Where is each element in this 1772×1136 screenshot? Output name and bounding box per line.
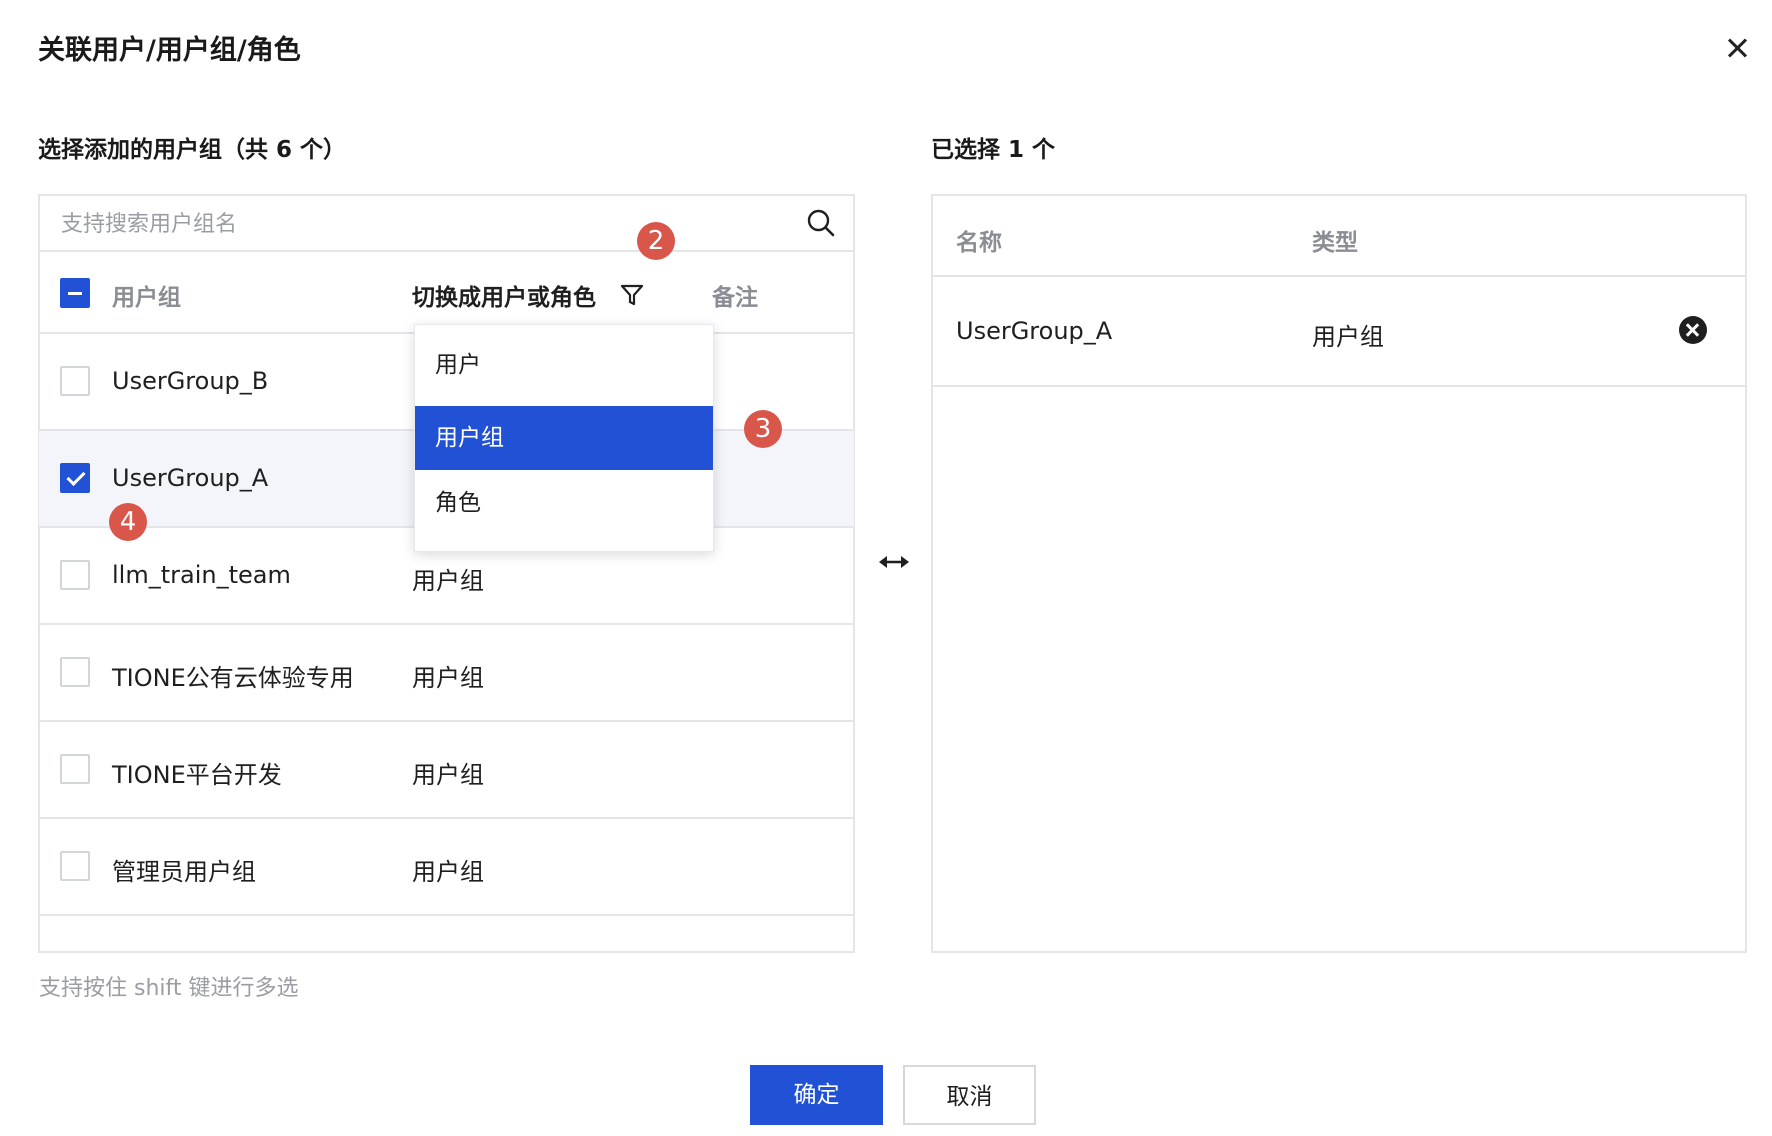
- transfer-arrows-icon: [879, 556, 909, 568]
- column-header-remark: 备注: [712, 285, 758, 311]
- column-header-switch[interactable]: 切换成用户或角色: [412, 278, 596, 312]
- row-name: TIONE公有云体验专用: [112, 664, 354, 692]
- selected-row-type: 用户组: [1312, 323, 1384, 351]
- dropdown-option-role[interactable]: 角色: [415, 471, 713, 535]
- step-badge-4: 4: [109, 503, 147, 541]
- column-header-name: 名称: [956, 230, 1002, 256]
- row-name: TIONE平台开发: [112, 761, 282, 789]
- confirm-button[interactable]: 确定: [750, 1065, 883, 1125]
- dropdown-option-usergroup[interactable]: 用户组: [415, 406, 713, 470]
- row-type: 用户组: [412, 761, 484, 789]
- row-name: llm_train_team: [112, 561, 291, 589]
- table-header: 用户组 切换成用户或角色 备注: [39, 252, 854, 334]
- row-checkbox[interactable]: [60, 366, 90, 396]
- select-all-checkbox[interactable]: [60, 278, 90, 308]
- column-header-name: 用户组: [112, 285, 181, 311]
- row-type: 用户组: [412, 858, 484, 886]
- table-row[interactable]: 管理员用户组 用户组: [39, 819, 854, 916]
- column-header-type: 类型: [1312, 230, 1358, 256]
- row-checkbox[interactable]: [60, 851, 90, 881]
- row-checkbox[interactable]: [60, 463, 90, 493]
- row-name: UserGroup_B: [112, 367, 269, 395]
- step-badge-3: 3: [744, 410, 782, 448]
- row-checkbox[interactable]: [60, 560, 90, 590]
- selected-row-name: UserGroup_A: [956, 317, 1113, 345]
- selected-row: UserGroup_A 用户组: [933, 277, 1745, 387]
- selected-table-header: 名称 类型: [933, 195, 1745, 277]
- row-type: 用户组: [412, 664, 484, 692]
- dropdown-option-user[interactable]: 用户: [415, 333, 713, 397]
- search-bar: [39, 195, 854, 252]
- cancel-button[interactable]: 取消: [903, 1065, 1036, 1125]
- remove-icon[interactable]: [1679, 316, 1707, 344]
- right-panel-title: 已选择 1 个: [931, 137, 1056, 163]
- left-panel-title: 选择添加的用户组（共 6 个）: [38, 137, 347, 163]
- row-name: 管理员用户组: [112, 858, 256, 886]
- close-icon[interactable]: [1722, 34, 1752, 64]
- switch-type-dropdown: 用户 用户组 角色: [414, 324, 714, 552]
- table-row[interactable]: TIONE公有云体验专用 用户组: [39, 625, 854, 722]
- row-name: UserGroup_A: [112, 464, 269, 492]
- multi-select-hint: 支持按住 shift 键进行多选: [39, 976, 299, 1001]
- dialog-title: 关联用户/用户组/角色: [38, 35, 301, 66]
- search-icon[interactable]: [806, 208, 836, 238]
- step-badge-2: 2: [637, 222, 675, 260]
- filter-icon[interactable]: [619, 282, 645, 308]
- table-row[interactable]: TIONE平台开发 用户组: [39, 722, 854, 819]
- row-type: 用户组: [412, 567, 484, 595]
- row-checkbox[interactable]: [60, 754, 90, 784]
- row-checkbox[interactable]: [60, 657, 90, 687]
